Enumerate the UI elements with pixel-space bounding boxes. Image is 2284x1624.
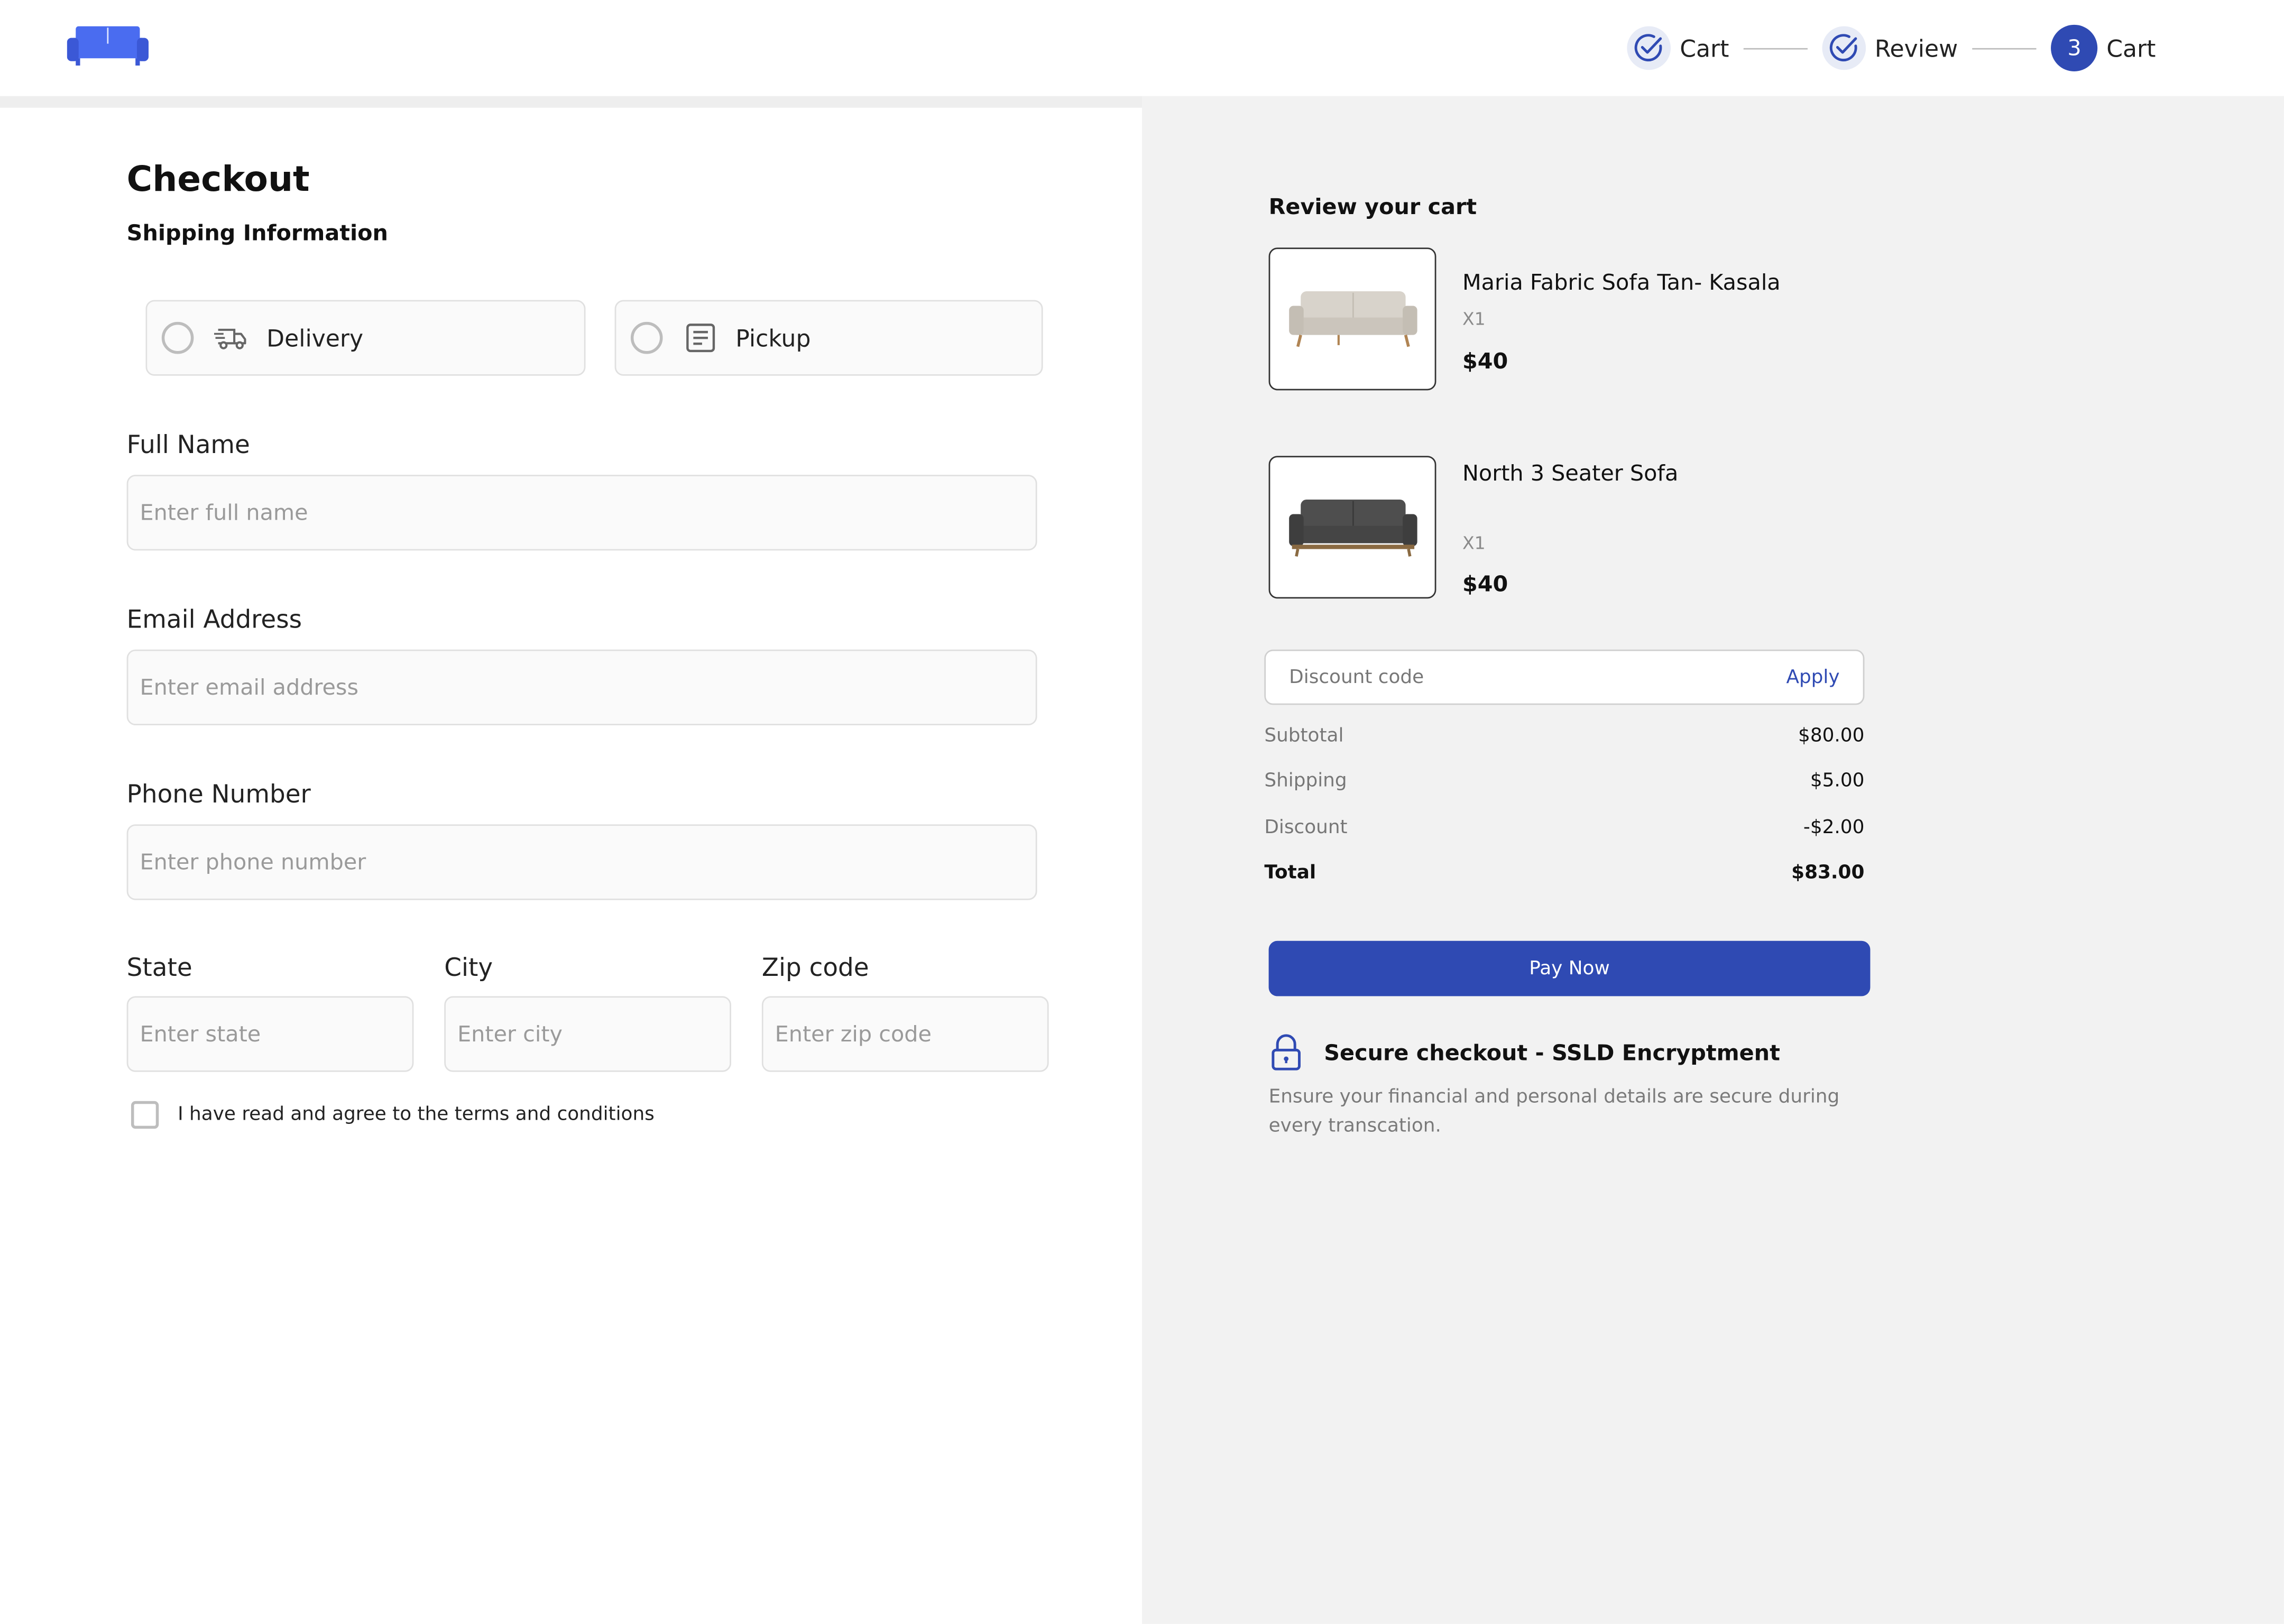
product-name: Maria Fabric Sofa Tan- Kasala: [1462, 269, 1781, 296]
delivery-option[interactable]: Delivery: [145, 300, 586, 376]
delivery-label: Delivery: [266, 324, 364, 352]
zip-input[interactable]: [761, 996, 1049, 1072]
terms-label: I have read and agree to the terms and c…: [178, 1104, 655, 1126]
product-quantity: X1: [1462, 309, 1486, 329]
check-circle-icon: [1822, 26, 1866, 70]
product-image: [1268, 247, 1436, 391]
total-label: Total: [1264, 862, 1316, 884]
discount-row: Discount -$2.00: [1264, 817, 1864, 839]
apply-discount-button[interactable]: Apply: [1786, 666, 1839, 688]
lock-icon: [1272, 1034, 1301, 1071]
product-price: $40: [1462, 570, 1508, 597]
cart-title: Review your cart: [1268, 193, 1477, 220]
city-input[interactable]: [444, 996, 732, 1072]
step-label: Cart: [2106, 34, 2156, 62]
secure-checkout-notice: Secure checkout - SSLD Encryptment Ensur…: [1269, 1034, 1881, 1142]
product-quantity: X1: [1462, 533, 1486, 553]
checkout-page: Cart Review 3 Cart Checkout Shipping Inf…: [0, 0, 2284, 1624]
step-connector: [1743, 47, 1808, 49]
shipping-form-panel: Checkout Shipping Information Delivery P…: [0, 107, 1142, 1624]
subtotal-row: Subtotal $80.00: [1264, 725, 1864, 747]
discount-code-field[interactable]: Discount code Apply: [1264, 649, 1865, 705]
step-connector: [1972, 47, 2037, 49]
pay-now-button[interactable]: Pay Now: [1268, 940, 1871, 996]
email-label: Email Address: [126, 606, 302, 635]
shipping-label: Shipping: [1264, 770, 1347, 792]
delivery-truck-icon: [214, 320, 249, 355]
step-current-cart[interactable]: 3 Cart: [2051, 24, 2156, 71]
brand-logo[interactable]: [67, 26, 149, 67]
top-bar: Cart Review 3 Cart: [0, 0, 2284, 96]
delivery-radio[interactable]: [161, 321, 194, 354]
check-circle-icon: [1627, 26, 1671, 70]
total-row: Total $83.00: [1264, 862, 1864, 884]
terms-checkbox[interactable]: [131, 1101, 159, 1129]
shipping-value: $5.00: [1810, 770, 1865, 792]
page-title: Checkout: [126, 159, 310, 200]
gray-sofa-image: [1288, 499, 1417, 557]
product-name: North 3 Seater Sofa: [1462, 460, 1679, 487]
sofa-logo-icon: [67, 26, 149, 66]
state-label: State: [126, 954, 192, 983]
discount-label: Discount: [1264, 817, 1348, 839]
product-price: $40: [1462, 348, 1508, 375]
city-label: City: [444, 954, 493, 983]
phone-input[interactable]: [126, 824, 1037, 900]
pickup-option[interactable]: Pickup: [614, 300, 1043, 376]
secure-description: Ensure your financial and personal detai…: [1268, 1086, 1840, 1138]
section-title: Shipping Information: [126, 220, 388, 246]
tan-sofa-image: [1288, 291, 1417, 347]
zip-label: Zip code: [761, 954, 869, 983]
discount-value: -$2.00: [1803, 817, 1865, 839]
pickup-label: Pickup: [735, 324, 811, 352]
terms-row: I have read and agree to the terms and c…: [131, 1101, 655, 1129]
checkout-stepper: Cart Review 3 Cart: [1627, 24, 2156, 71]
phone-label: Phone Number: [126, 780, 311, 810]
step-number-badge: 3: [2051, 24, 2098, 71]
shipping-row: Shipping $5.00: [1264, 770, 1864, 792]
state-input[interactable]: [126, 996, 414, 1072]
cart-review-panel: Review your cart Maria Fabric Sofa Tan- …: [1141, 96, 2284, 1624]
step-cart[interactable]: Cart: [1627, 26, 1729, 70]
total-value: $83.00: [1791, 862, 1865, 884]
secure-title: Secure checkout - SSLD Encryptment: [1324, 1040, 1780, 1066]
pickup-receipt-icon: [683, 320, 718, 355]
step-label: Review: [1874, 34, 1958, 62]
email-input[interactable]: [126, 649, 1037, 725]
pickup-radio[interactable]: [630, 321, 663, 354]
full-name-input[interactable]: [126, 475, 1037, 551]
subtotal-value: $80.00: [1798, 725, 1865, 748]
product-image: [1268, 456, 1436, 599]
subtotal-label: Subtotal: [1264, 725, 1344, 748]
discount-code-placeholder: Discount code: [1289, 666, 1424, 688]
full-name-label: Full Name: [126, 431, 250, 460]
step-review[interactable]: Review: [1822, 26, 1958, 70]
step-label: Cart: [1680, 34, 1729, 62]
